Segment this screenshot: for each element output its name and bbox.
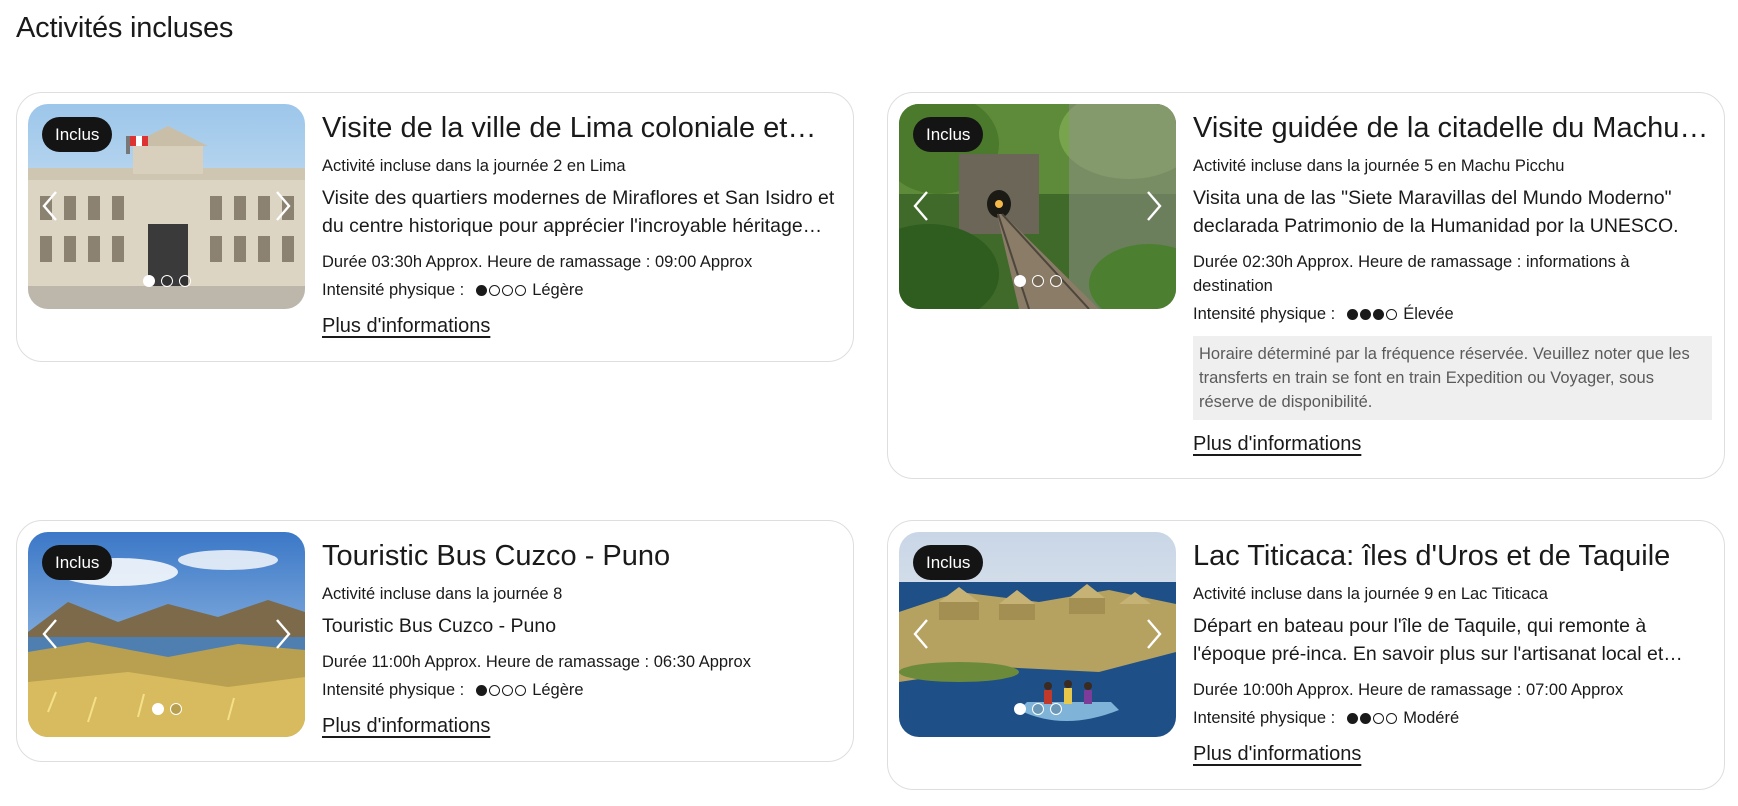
carousel-next-arrow-icon[interactable]: [267, 188, 297, 224]
carousel-dot[interactable]: [1031, 703, 1044, 715]
physical-intensity: Intensité physique : Légère: [322, 678, 841, 702]
physical-intensity: Intensité physique : Modéré: [1193, 706, 1712, 730]
image-carousel[interactable]: Inclus: [28, 104, 305, 309]
more-info-link[interactable]: Plus d'informations: [322, 712, 490, 740]
activity-title: Visite guidée de la citadelle du Machu…: [1193, 112, 1709, 144]
intensity-dot-icon: [1347, 712, 1359, 724]
intensity-circles-icon: [1347, 308, 1398, 320]
intensity-dot-icon: [515, 284, 527, 296]
more-info-link[interactable]: Plus d'informations: [1193, 430, 1361, 458]
activity-day: Activité incluse dans la journée 9 en La…: [1193, 585, 1548, 603]
intensity-dot-icon: [1360, 308, 1372, 320]
intensity-dot-icon: [502, 284, 514, 296]
carousel-prev-arrow-icon[interactable]: [907, 616, 937, 652]
intensity-dot-icon: [1386, 308, 1398, 320]
included-badge: Inclus: [913, 545, 984, 580]
more-info-link[interactable]: Plus d'informations: [322, 312, 490, 340]
included-activities-page: Activités incluses Inclus Visite de la v…: [0, 0, 1738, 806]
activity-duration: Durée 11:00h Approx. Heure de ramassage …: [322, 653, 751, 671]
activity-title: Visite de la ville de Lima coloniale et…: [322, 112, 817, 144]
carousel-dot[interactable]: [151, 703, 164, 715]
intensity-circles-icon: [476, 684, 527, 696]
carousel-prev-arrow-icon[interactable]: [907, 188, 937, 224]
intensity-dot-icon: [1373, 308, 1385, 320]
intensity-dot-icon: [489, 284, 501, 296]
section-title: Activités incluses: [16, 12, 234, 44]
carousel-dot[interactable]: [1049, 703, 1062, 715]
activity-duration: Durée 10:00h Approx. Heure de ramassage …: [1193, 681, 1624, 699]
activity-description: Visite des quartiers modernes de Miraflo…: [322, 187, 835, 237]
carousel-next-arrow-icon[interactable]: [1138, 188, 1168, 224]
carousel-dots: [28, 703, 305, 715]
intensity-value: Élevée: [1403, 305, 1454, 323]
carousel-dot[interactable]: [1049, 275, 1062, 287]
physical-intensity: Intensité physique : Élevée: [1193, 302, 1712, 326]
activity-day: Activité incluse dans la journée 2 en Li…: [322, 157, 626, 175]
carousel-dot[interactable]: [1031, 275, 1044, 287]
included-badge: Inclus: [913, 117, 984, 152]
intensity-dot-icon: [502, 684, 514, 696]
intensity-value: Légère: [532, 681, 584, 699]
carousel-dots: [899, 703, 1176, 715]
activity-card: Inclus Touristic Bus Cuzco - Puno Activi…: [16, 520, 854, 762]
intensity-circles-icon: [1347, 712, 1398, 724]
included-badge: Inclus: [42, 117, 113, 152]
activity-title: Touristic Bus Cuzco - Puno: [322, 540, 671, 572]
activity-duration: Durée 02:30h Approx. Heure de ramassage …: [1193, 253, 1630, 295]
activity-card: Inclus Visite guidée de la citadelle du …: [887, 92, 1725, 479]
carousel-next-arrow-icon[interactable]: [267, 616, 297, 652]
intensity-dot-icon: [476, 684, 488, 696]
schedule-note: Horaire déterminé par la fréquence réser…: [1193, 336, 1712, 420]
carousel-dots: [28, 275, 305, 287]
intensity-dot-icon: [476, 284, 488, 296]
physical-intensity: Intensité physique : Légère: [322, 278, 841, 302]
intensity-label: Intensité physique :: [1193, 709, 1336, 727]
activity-card: Inclus Visite de la ville de Lima coloni…: [16, 92, 854, 362]
carousel-dot[interactable]: [160, 275, 173, 287]
intensity-dot-icon: [1386, 712, 1398, 724]
activity-title: Lac Titicaca: îles d'Uros et de Taquile: [1193, 540, 1671, 572]
intensity-label: Intensité physique :: [322, 281, 465, 299]
activity-day: Activité incluse dans la journée 5 en Ma…: [1193, 157, 1565, 175]
intensity-dot-icon: [1360, 712, 1372, 724]
intensity-dot-icon: [1347, 308, 1359, 320]
activity-description: Touristic Bus Cuzco - Puno: [322, 615, 557, 637]
carousel-prev-arrow-icon[interactable]: [36, 188, 66, 224]
carousel-prev-arrow-icon[interactable]: [36, 616, 66, 652]
carousel-next-arrow-icon[interactable]: [1138, 616, 1168, 652]
activity-description: Visita una de las "Siete Maravillas del …: [1193, 187, 1679, 237]
activity-content: Visite de la ville de Lima coloniale et……: [322, 107, 841, 340]
carousel-dot[interactable]: [169, 703, 182, 715]
activity-content: Touristic Bus Cuzco - Puno Activité incl…: [322, 535, 841, 740]
intensity-value: Modéré: [1403, 709, 1460, 727]
intensity-label: Intensité physique :: [322, 681, 465, 699]
intensity-dot-icon: [515, 684, 527, 696]
activity-description: Départ en bateau pour l'île de Taquile, …: [1193, 615, 1683, 665]
activity-content: Lac Titicaca: îles d'Uros et de Taquile …: [1193, 535, 1712, 768]
more-info-link[interactable]: Plus d'informations: [1193, 740, 1361, 768]
activity-card: Inclus Lac Titicaca: îles d'Uros et de T…: [887, 520, 1725, 790]
carousel-dot[interactable]: [1013, 275, 1026, 287]
intensity-value: Légère: [532, 281, 584, 299]
included-badge: Inclus: [42, 545, 113, 580]
image-carousel[interactable]: Inclus: [899, 104, 1176, 309]
intensity-circles-icon: [476, 284, 527, 296]
activity-duration: Durée 03:30h Approx. Heure de ramassage …: [322, 253, 753, 271]
intensity-dot-icon: [489, 684, 501, 696]
intensity-label: Intensité physique :: [1193, 305, 1336, 323]
carousel-dots: [899, 275, 1176, 287]
carousel-dot[interactable]: [178, 275, 191, 287]
intensity-dot-icon: [1373, 712, 1385, 724]
image-carousel[interactable]: Inclus: [899, 532, 1176, 737]
carousel-dot[interactable]: [1013, 703, 1026, 715]
activity-content: Visite guidée de la citadelle du Machu… …: [1193, 107, 1712, 458]
carousel-dot[interactable]: [142, 275, 155, 287]
image-carousel[interactable]: Inclus: [28, 532, 305, 737]
activity-day: Activité incluse dans la journée 8: [322, 585, 563, 603]
